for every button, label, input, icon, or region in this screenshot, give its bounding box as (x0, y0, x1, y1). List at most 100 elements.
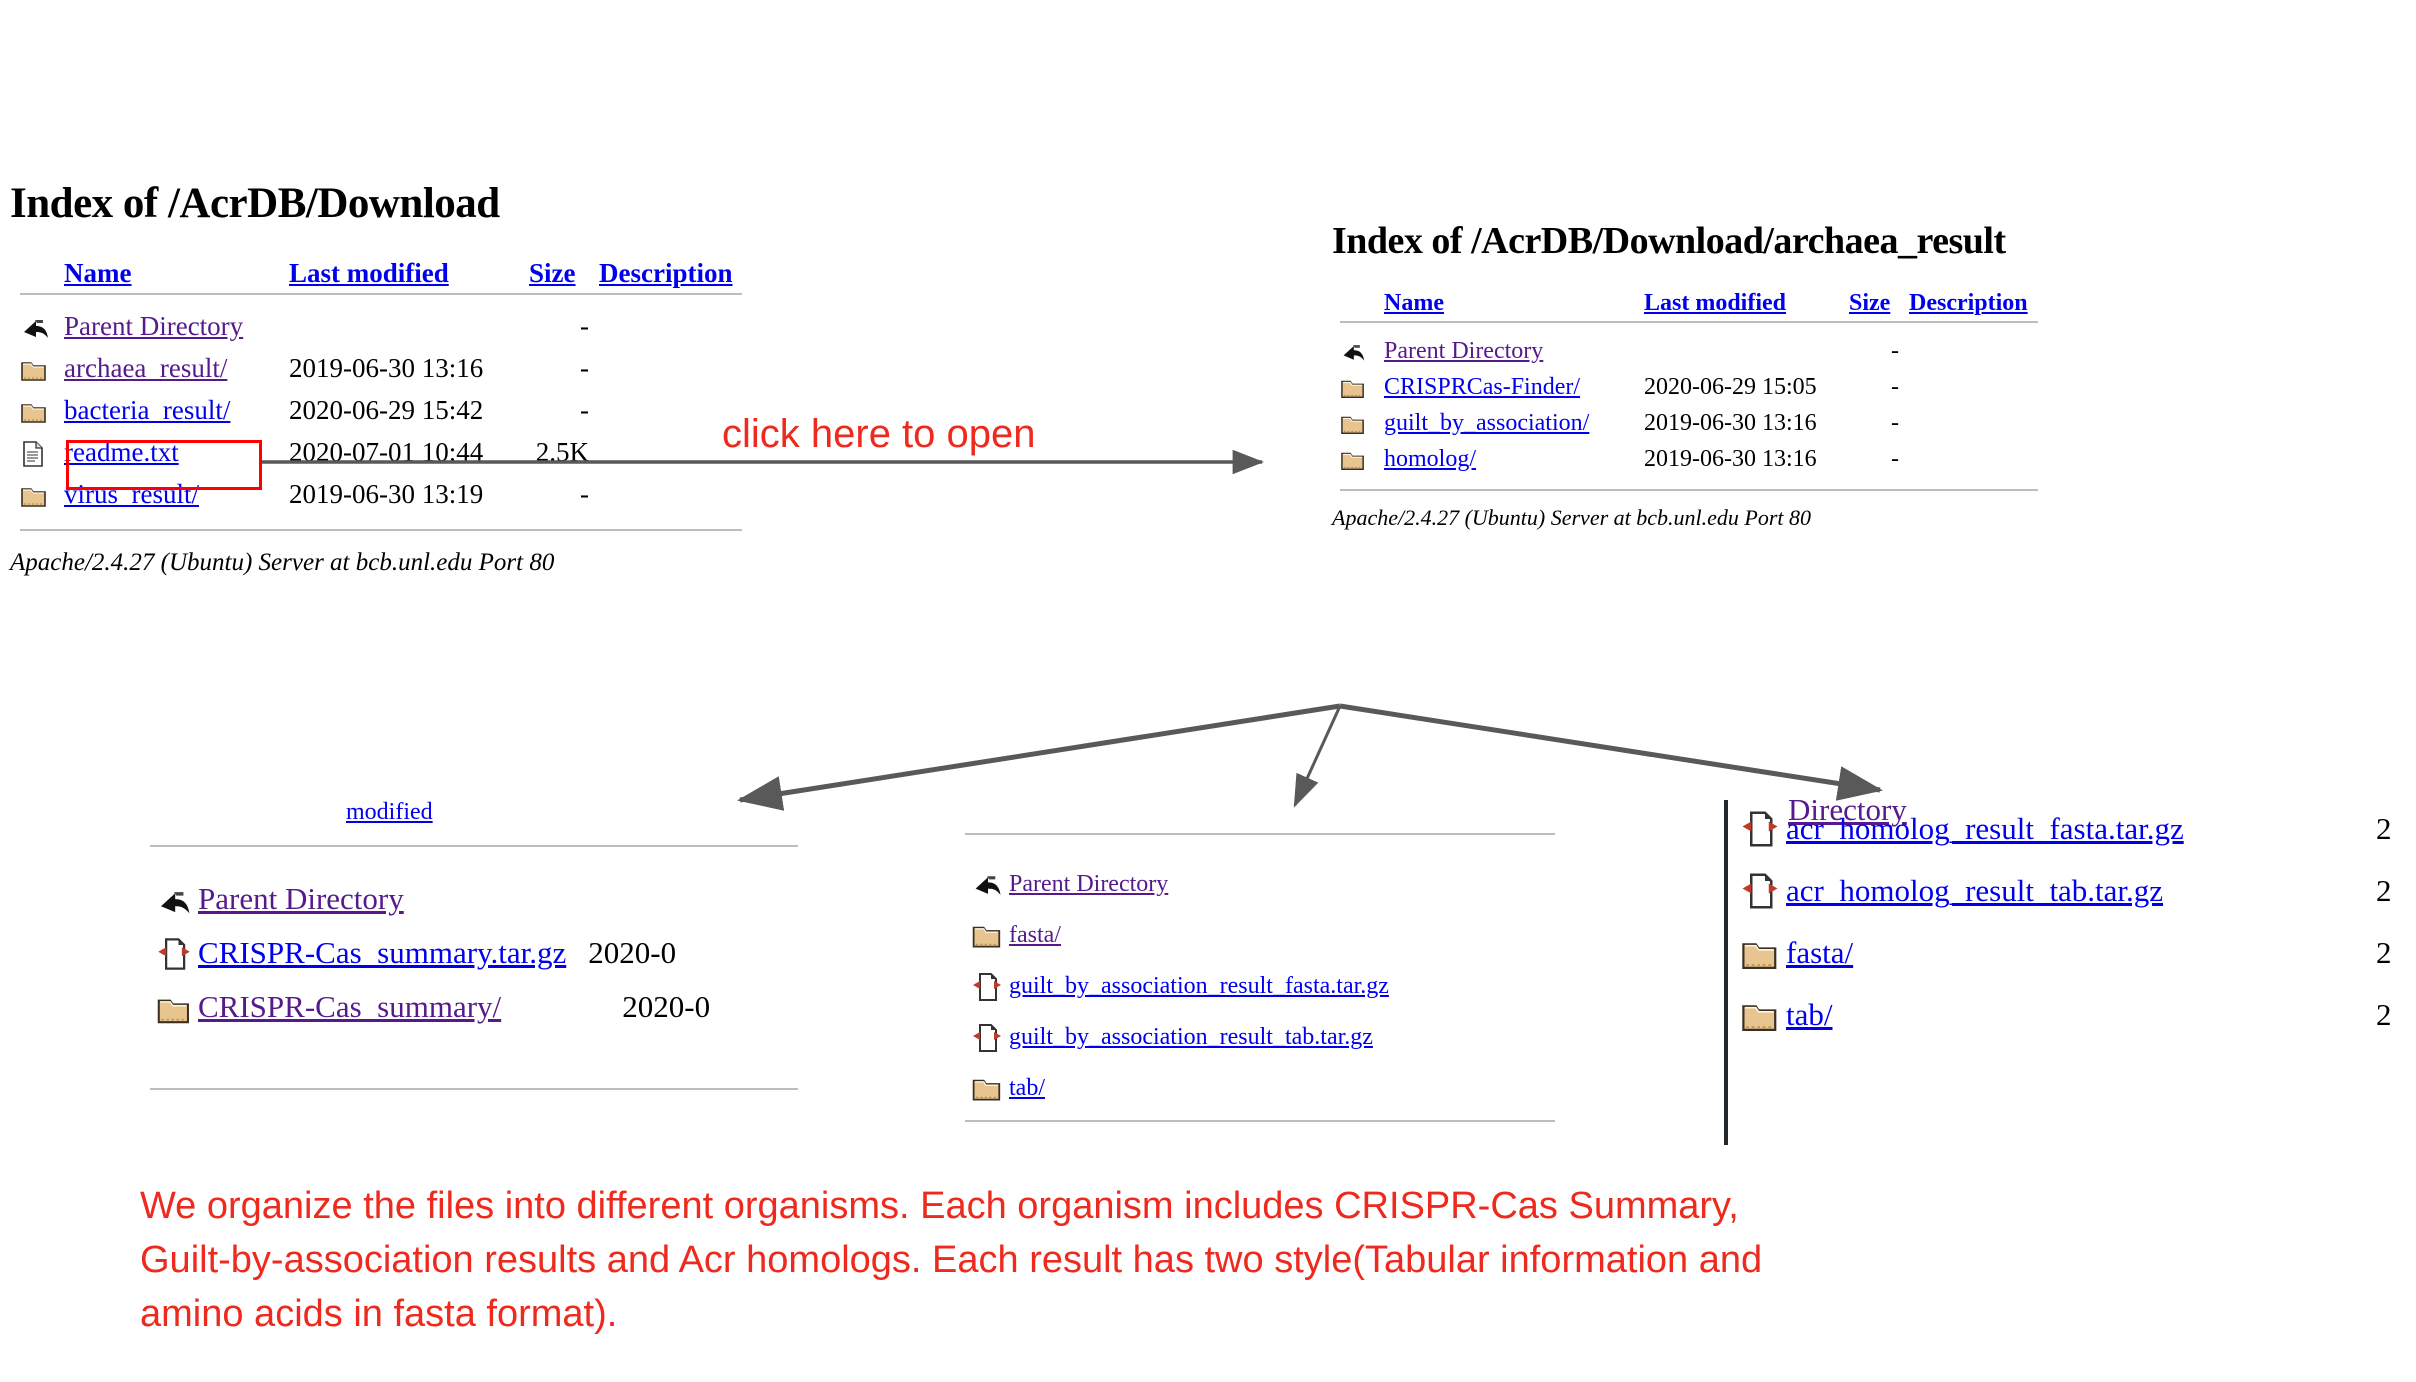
link-crispr-cas-summary-dir[interactable]: CRISPR-Cas_summary/ (198, 989, 501, 1024)
table-row[interactable]: acr_homolog_result_fasta.tar.gz 2 (1740, 798, 2402, 860)
row-name-cell[interactable]: bacteria_result/ (64, 389, 289, 431)
table-row[interactable]: Parent Directory (971, 859, 1399, 910)
row-name-cell[interactable]: CRISPR-Cas_summary.tar.gz (198, 926, 576, 980)
table-row[interactable]: Parent Directory - (20, 305, 742, 347)
row-name-cell[interactable]: Parent Directory (64, 305, 289, 347)
row-name-cell[interactable]: acr_homolog_result_fasta.tar.gz (1786, 798, 2376, 860)
table-row[interactable]: CRISPR-Cas_summary/ 2020-0 (156, 980, 720, 1034)
link-tab-dir[interactable]: tab/ (1009, 1075, 1045, 1101)
row-name-cell[interactable]: Parent Directory (1009, 859, 1399, 910)
table-row[interactable]: Parent Directory - (1340, 333, 2038, 369)
row-name-cell[interactable]: CRISPRCas-Finder/ (1384, 369, 1644, 405)
link-parent-directory[interactable]: Parent Directory (1384, 338, 1543, 364)
table-row[interactable]: CRISPRCas-Finder/ 2020-06-29 15:05 - (1340, 369, 2038, 405)
row-name-cell[interactable]: guilt_by_association/ (1384, 405, 1644, 441)
table-row[interactable]: virus_result/ 2019-06-30 13:19 - (20, 473, 742, 515)
row-icon-cell (1340, 369, 1384, 405)
panel-download-index: Index of /AcrDB/Download Name Last modif… (10, 180, 810, 577)
row-name-cell[interactable]: tab/ (1009, 1063, 1399, 1114)
panel-archaea-index: Index of /AcrDB/Download/archaea_result … (1332, 220, 2392, 531)
panel-guilt-index: Parent Directory fasta/ guilt_by_associa… (965, 815, 1565, 1130)
text-file-icon (20, 440, 46, 468)
table-row[interactable]: bacteria_result/ 2020-06-29 15:42 - (20, 389, 742, 431)
row-name-cell[interactable]: virus_result/ (64, 473, 289, 515)
table-row[interactable]: guilt_by_association/ 2019-06-30 13:16 - (1340, 405, 2038, 441)
link-fasta-dir[interactable]: fasta/ (1786, 935, 1853, 970)
link-fasta-dir[interactable]: fasta/ (1009, 922, 1061, 948)
sort-by-date-link[interactable]: Last modified (289, 258, 449, 288)
link-tab-dir[interactable]: tab/ (1786, 997, 1833, 1032)
panel-homolog-index: Parent Directory - acr_homolog_result_fa… (1732, 790, 2416, 1150)
row-name-cell[interactable]: guilt_by_association_result_fasta.tar.gz (1009, 961, 1399, 1012)
annotation-caption-line-2: Guilt-by-association results and Acr hom… (140, 1238, 1763, 1281)
row-name-cell[interactable]: acr_homolog_result_tab.tar.gz (1786, 860, 2376, 922)
row-icon-cell (20, 389, 64, 431)
table-row[interactable]: guilt_by_association_result_fasta.tar.gz (971, 961, 1399, 1012)
directory-listing-crisprcas: Parent Directory CRISPR-Cas_summary.tar.… (156, 872, 720, 1034)
sort-by-size-link[interactable]: Size (529, 258, 576, 288)
link-parent-directory[interactable]: Parent Directory (198, 881, 404, 916)
table-row[interactable]: tab/ 2 (1740, 984, 2402, 1046)
row-name-cell[interactable]: homolog/ (1384, 441, 1644, 477)
sort-by-size-link[interactable]: Size (1849, 290, 1890, 316)
table-row[interactable]: readme.txt 2020-07-01 10:44 2.5K (20, 431, 742, 473)
link-guilt-by-association[interactable]: guilt_by_association/ (1384, 410, 1589, 436)
row-date-cell (1644, 333, 1849, 369)
sort-by-description-link[interactable]: Description (599, 258, 732, 288)
row-name-cell[interactable]: Parent Directory (1384, 333, 1644, 369)
table-row[interactable]: fasta/ (971, 910, 1399, 961)
row-desc-cell (599, 347, 742, 389)
row-name-cell[interactable]: fasta/ (1786, 922, 2376, 984)
row-name-cell[interactable]: readme.txt (64, 431, 289, 473)
back-icon (971, 870, 1003, 899)
sort-by-date-link[interactable]: Last modified (1644, 290, 1786, 316)
link-guilt-result-tab-targz[interactable]: guilt_by_association_result_tab.tar.gz (1009, 1024, 1373, 1050)
sort-by-name-link[interactable]: Name (64, 258, 131, 288)
row-icon-cell (20, 305, 64, 347)
row-icon-cell (1740, 798, 1786, 860)
link-acr-homolog-result-tab-targz[interactable]: acr_homolog_result_tab.tar.gz (1786, 873, 2163, 908)
panel-homolog-left-border (1724, 800, 1728, 1145)
header-last-modified: Last modified (1644, 290, 1849, 321)
table-row[interactable]: CRISPR-Cas_summary.tar.gz 2020-0 (156, 926, 720, 980)
folder-icon (1740, 998, 1780, 1034)
folder-icon (1740, 936, 1780, 972)
annotation-caption: We organize the files into different org… (140, 1180, 2300, 1342)
link-crispr-cas-summary-targz[interactable]: CRISPR-Cas_summary.tar.gz (198, 935, 566, 970)
row-name-cell[interactable]: fasta/ (1009, 910, 1399, 961)
link-acr-homolog-result-fasta-targz[interactable]: acr_homolog_result_fasta.tar.gz (1786, 811, 2184, 846)
link-virus-result[interactable]: virus_result/ (64, 479, 199, 509)
link-archaea-result[interactable]: archaea_result/ (64, 353, 227, 383)
sort-by-description-link[interactable]: Description (1909, 290, 2028, 316)
row-size-cell: - (580, 478, 589, 509)
table-row[interactable]: archaea_result/ 2019-06-30 13:16 - (20, 347, 742, 389)
table-row[interactable]: fasta/ 2 (1740, 922, 2402, 984)
row-desc-cell (1909, 369, 2038, 405)
row-name-cell[interactable]: guilt_by_association_result_tab.tar.gz (1009, 1012, 1399, 1063)
row-icon-cell (1740, 984, 1786, 1046)
table-row[interactable]: acr_homolog_result_tab.tar.gz 2 (1740, 860, 2402, 922)
link-guilt-result-fasta-targz[interactable]: guilt_by_association_result_fasta.tar.gz (1009, 973, 1389, 999)
sort-by-name-link[interactable]: Name (1384, 290, 1444, 316)
row-name-cell[interactable]: archaea_result/ (64, 347, 289, 389)
header-description: Description (599, 258, 742, 293)
table-row[interactable]: homolog/ 2019-06-30 13:16 - (1340, 441, 2038, 477)
table-row[interactable]: tab/ (971, 1063, 1399, 1114)
link-bacteria-result[interactable]: bacteria_result/ (64, 395, 230, 425)
row-date-cell: 2 (2376, 873, 2392, 908)
table-row[interactable]: Parent Directory (156, 872, 720, 926)
sort-by-date-link[interactable]: Last modified (346, 800, 433, 826)
row-name-cell[interactable]: Parent Directory (198, 872, 576, 926)
folder-icon (20, 483, 48, 509)
link-homolog[interactable]: homolog/ (1384, 446, 1476, 472)
row-name-cell[interactable]: CRISPR-Cas_summary/ (198, 980, 576, 1034)
link-crisprcas-finder[interactable]: CRISPRCas-Finder/ (1384, 374, 1580, 400)
back-icon (1740, 790, 1776, 793)
link-readme-txt[interactable]: readme.txt (64, 437, 179, 467)
listing-top-rule (20, 293, 743, 295)
table-row[interactable]: guilt_by_association_result_tab.tar.gz (971, 1012, 1399, 1063)
row-name-cell[interactable]: tab/ (1786, 984, 2376, 1046)
row-desc-cell (599, 305, 742, 347)
link-parent-directory[interactable]: Parent Directory (64, 311, 243, 341)
link-parent-directory[interactable]: Parent Directory (1009, 871, 1168, 897)
